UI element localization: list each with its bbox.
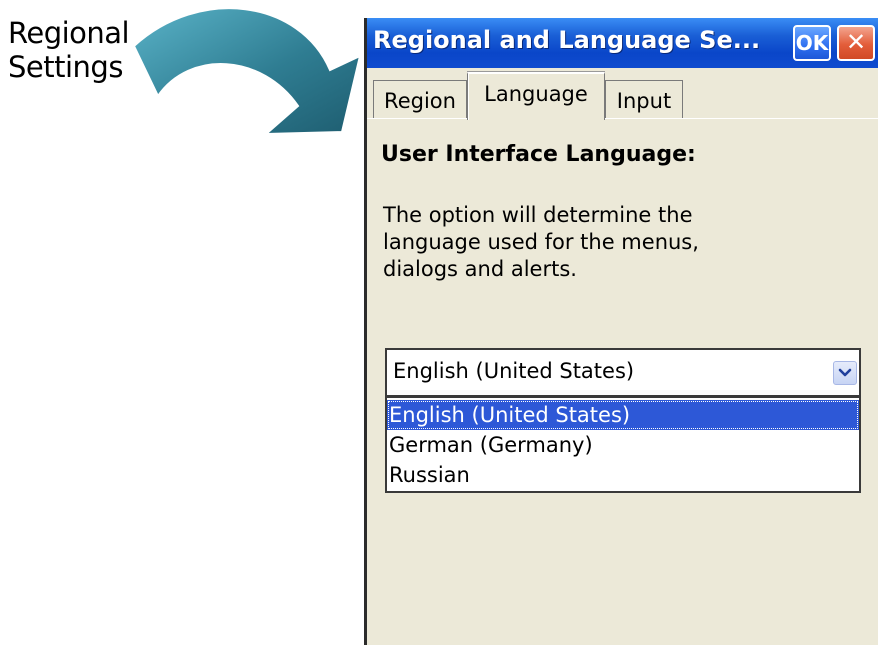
- language-option-english-us[interactable]: English (United States): [387, 400, 859, 430]
- language-options-list: English (United States) German (Germany)…: [385, 397, 861, 493]
- tab-input[interactable]: Input: [605, 80, 683, 118]
- close-icon: ✕: [845, 28, 867, 56]
- ok-button[interactable]: OK: [793, 25, 831, 61]
- title-bar: Regional and Language Se... OK ✕: [367, 18, 878, 68]
- language-option-german[interactable]: German (Germany): [387, 430, 859, 460]
- section-description: The option will determine the language u…: [383, 203, 699, 281]
- dropdown-button[interactable]: [833, 361, 857, 385]
- language-select-value: English (United States): [393, 359, 635, 383]
- screenshot-canvas: Regional Settings Regional and Language …: [0, 0, 878, 645]
- language-select[interactable]: English (United States): [385, 348, 861, 397]
- callout-label: Regional Settings: [8, 16, 130, 84]
- tab-divider: [367, 118, 878, 119]
- section-heading: User Interface Language:: [381, 142, 696, 167]
- callout-label-line1: Regional: [8, 16, 130, 50]
- tab-region[interactable]: Region: [373, 80, 467, 118]
- chevron-down-icon: [838, 368, 852, 377]
- tab-language[interactable]: Language: [467, 72, 605, 120]
- close-button[interactable]: ✕: [837, 25, 875, 61]
- language-option-russian[interactable]: Russian: [387, 460, 859, 490]
- callout-label-line2: Settings: [8, 50, 123, 84]
- regional-settings-window: Regional and Language Se... OK ✕ Region …: [364, 18, 878, 645]
- window-title: Regional and Language Se...: [373, 26, 761, 54]
